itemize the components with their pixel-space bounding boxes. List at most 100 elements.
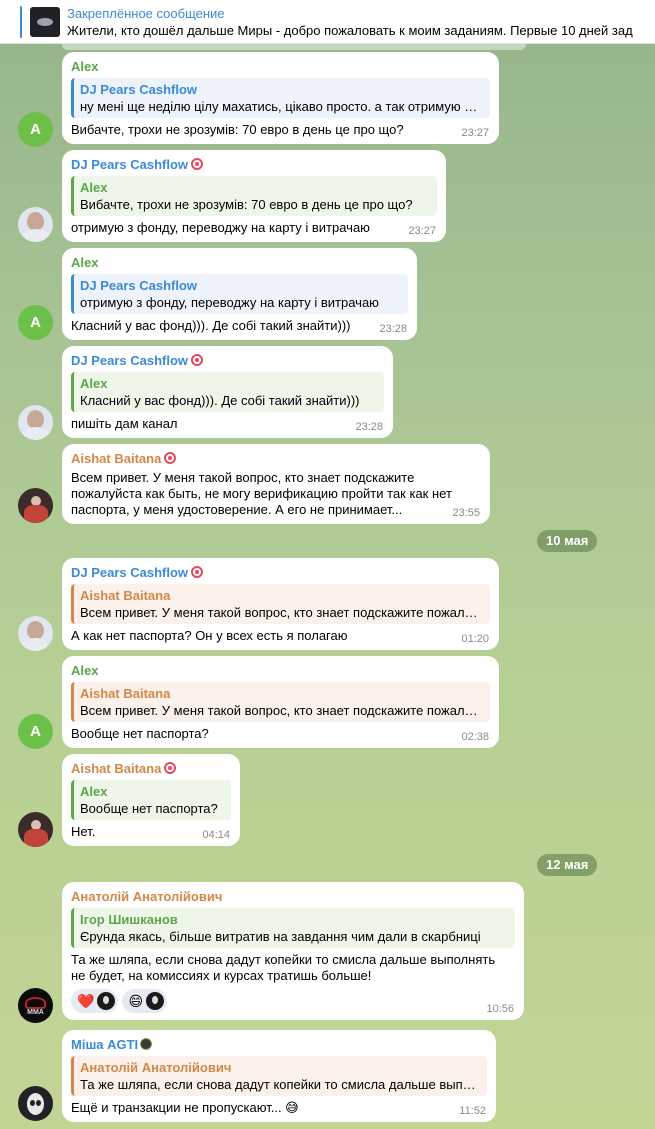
reactions: ❤️ 😄: [71, 989, 515, 1013]
avatar-dj-pears[interactable]: [18, 207, 53, 242]
message-time: 04:14: [202, 829, 230, 841]
avatar-anatoliy[interactable]: MMA: [18, 988, 53, 1023]
quote-text: Класний у вас фонд))). Де собі такий зна…: [80, 393, 360, 408]
message-bubble[interactable]: DJ Pears Cashflow Alex Класний у вас фон…: [62, 346, 393, 438]
message-time: 11:52: [459, 1105, 486, 1117]
message-bubble[interactable]: Міша AGTI Анатолій Анатолійович Та же шл…: [62, 1030, 496, 1122]
quote-text: отримую з фонду, переводжу на карту і ви…: [80, 295, 379, 310]
pinned-accent-bar: [20, 6, 22, 38]
message-text: Ещё и транзакции не пропускают... 😅: [71, 1100, 299, 1115]
reply-quote[interactable]: Ігор Шишканов Єрунда якась, більше витра…: [71, 908, 515, 948]
quote-text: Всем привет. У меня такой вопрос, кто зн…: [80, 703, 482, 718]
badge-icon: [164, 762, 177, 774]
sender-name[interactable]: Aishat Baitana: [71, 450, 481, 468]
badge-icon: [191, 566, 204, 578]
message-text: отримую з фонду, переводжу на карту і ви…: [71, 220, 370, 235]
message-text: Всем привет. У меня такой вопрос, кто зн…: [71, 470, 452, 517]
avatar-mma-text: MMA: [27, 1009, 44, 1016]
previous-message-tail: [62, 44, 526, 50]
message-bubble[interactable]: Анатолій Анатолійович Ігор Шишканов Єрун…: [62, 882, 524, 1020]
message-text: пишіть дам канал: [71, 416, 178, 431]
reply-quote[interactable]: Анатолій Анатолійович Та же шляпа, если …: [71, 1056, 487, 1096]
sender-name[interactable]: Міша AGTI: [71, 1036, 487, 1054]
reaction-heart[interactable]: ❤️: [71, 989, 119, 1013]
badge-icon: [191, 354, 204, 366]
message-text: А как нет паспорта? Он у всех есть я пол…: [71, 628, 348, 643]
message-time: 02:38: [461, 731, 489, 743]
quote-text: Єрунда якась, більше витратив на завданн…: [80, 929, 481, 944]
pinned-title: Закреплённое сообщение: [67, 6, 225, 21]
sender-label: Aishat Baitana: [71, 451, 162, 466]
pinned-text: Жители, кто дошёл дальше Миры - добро по…: [67, 23, 633, 38]
avatar-aishat[interactable]: [18, 488, 53, 523]
message-bubble[interactable]: Aishat Baitana Alex Вообще нет паспорта?…: [62, 754, 240, 846]
reactor-avatar: [146, 992, 165, 1010]
reply-quote[interactable]: DJ Pears Cashflow отримую з фонду, перев…: [71, 274, 408, 314]
avatar-dj-pears[interactable]: [18, 616, 53, 651]
message-bubble[interactable]: Alex DJ Pears Cashflow ну мені ще неділю…: [62, 52, 499, 144]
message-time: 23:28: [379, 323, 407, 335]
sender-label: DJ Pears Cashflow: [71, 157, 189, 172]
message-bubble[interactable]: Aishat Baitana Всем привет. У меня такой…: [62, 444, 490, 524]
sender-label: Міша AGTI: [71, 1037, 139, 1052]
sender-name[interactable]: Aishat Baitana: [71, 760, 231, 778]
message-bubble[interactable]: Alex DJ Pears Cashflow отримую з фонду, …: [62, 248, 417, 340]
message-text: Вообще нет паспорта?: [71, 726, 209, 741]
pinned-message-bar[interactable]: Закреплённое сообщение Жители, кто дошёл…: [0, 0, 655, 44]
message-time: 01:20: [461, 633, 489, 645]
quote-author: DJ Pears Cashflow: [80, 278, 198, 293]
heart-icon: ❤️: [77, 993, 95, 1009]
sender-name[interactable]: DJ Pears Cashflow: [71, 156, 437, 174]
reply-quote[interactable]: Alex Вибачте, трохи не зрозумів: 70 евро…: [71, 176, 437, 216]
quote-author: DJ Pears Cashflow: [80, 82, 198, 97]
reactor-avatar: [97, 992, 116, 1010]
quote-author: Aishat Baitana: [80, 588, 171, 603]
quote-author: Aishat Baitana: [80, 686, 171, 701]
sender-name[interactable]: Alex: [71, 58, 490, 76]
message-time: 23:27: [408, 225, 436, 237]
message-text: Та же шляпа, если снова дадут копейки то…: [71, 952, 496, 983]
avatar-alex[interactable]: A: [18, 112, 53, 147]
quote-text: Вибачте, трохи не зрозумів: 70 евро в де…: [80, 197, 413, 212]
pinned-thumbnail: [30, 7, 60, 37]
sender-label: DJ Pears Cashflow: [71, 353, 189, 368]
quote-text: Вообще нет паспорта?: [80, 801, 218, 816]
reply-quote[interactable]: Alex Класний у вас фонд))). Де собі таки…: [71, 372, 384, 412]
reply-quote[interactable]: Aishat Baitana Всем привет. У меня такой…: [71, 584, 490, 624]
avatar-misha[interactable]: [18, 1086, 53, 1121]
sender-name[interactable]: DJ Pears Cashflow: [71, 564, 490, 582]
avatar-dj-pears[interactable]: [18, 405, 53, 440]
reply-quote[interactable]: Alex Вообще нет паспорта?: [71, 780, 231, 820]
avatar-alex[interactable]: A: [18, 714, 53, 749]
message-time: 10:56: [486, 1003, 514, 1015]
quote-text: ну мені ще неділю цілу махатись, цікаво …: [80, 99, 482, 114]
sender-name[interactable]: Alex: [71, 254, 408, 272]
avatar-alex[interactable]: A: [18, 305, 53, 340]
date-separator: 12 мая: [537, 854, 598, 876]
sender-name[interactable]: Анатолій Анатолійович: [71, 888, 515, 906]
message-bubble[interactable]: DJ Pears Cashflow Alex Вибачте, трохи не…: [62, 150, 446, 242]
badge-icon: [164, 452, 177, 464]
sender-label: Aishat Baitana: [71, 761, 162, 776]
reaction-grin[interactable]: 😄: [122, 989, 168, 1013]
quote-text: Всем привет. У меня такой вопрос, кто зн…: [80, 605, 482, 620]
message-time: 23:55: [452, 507, 480, 519]
message-time: 23:28: [355, 421, 383, 433]
reply-quote[interactable]: DJ Pears Cashflow ну мені ще неділю цілу…: [71, 78, 490, 118]
sender-name[interactable]: Alex: [71, 662, 490, 680]
message-text: Класний у вас фонд))). Де собі такий зна…: [71, 318, 351, 333]
sender-name[interactable]: DJ Pears Cashflow: [71, 352, 384, 370]
quote-author: Alex: [80, 180, 108, 195]
message-text: Вибачте, трохи не зрозумів: 70 евро в де…: [71, 122, 404, 137]
quote-author: Alex: [80, 376, 108, 391]
message-bubble[interactable]: DJ Pears Cashflow Aishat Baitana Всем пр…: [62, 558, 499, 650]
date-separator: 10 мая: [537, 530, 598, 552]
message-bubble[interactable]: Alex Aishat Baitana Всем привет. У меня …: [62, 656, 499, 748]
message-time: 23:27: [461, 127, 489, 139]
quote-text: Та же шляпа, если снова дадут копейки то…: [80, 1077, 479, 1092]
sender-label: DJ Pears Cashflow: [71, 565, 189, 580]
quote-author: Alex: [80, 784, 108, 799]
avatar-aishat[interactable]: [18, 812, 53, 847]
quote-author: Анатолій Анатолійович: [80, 1060, 232, 1075]
reply-quote[interactable]: Aishat Baitana Всем привет. У меня такой…: [71, 682, 490, 722]
